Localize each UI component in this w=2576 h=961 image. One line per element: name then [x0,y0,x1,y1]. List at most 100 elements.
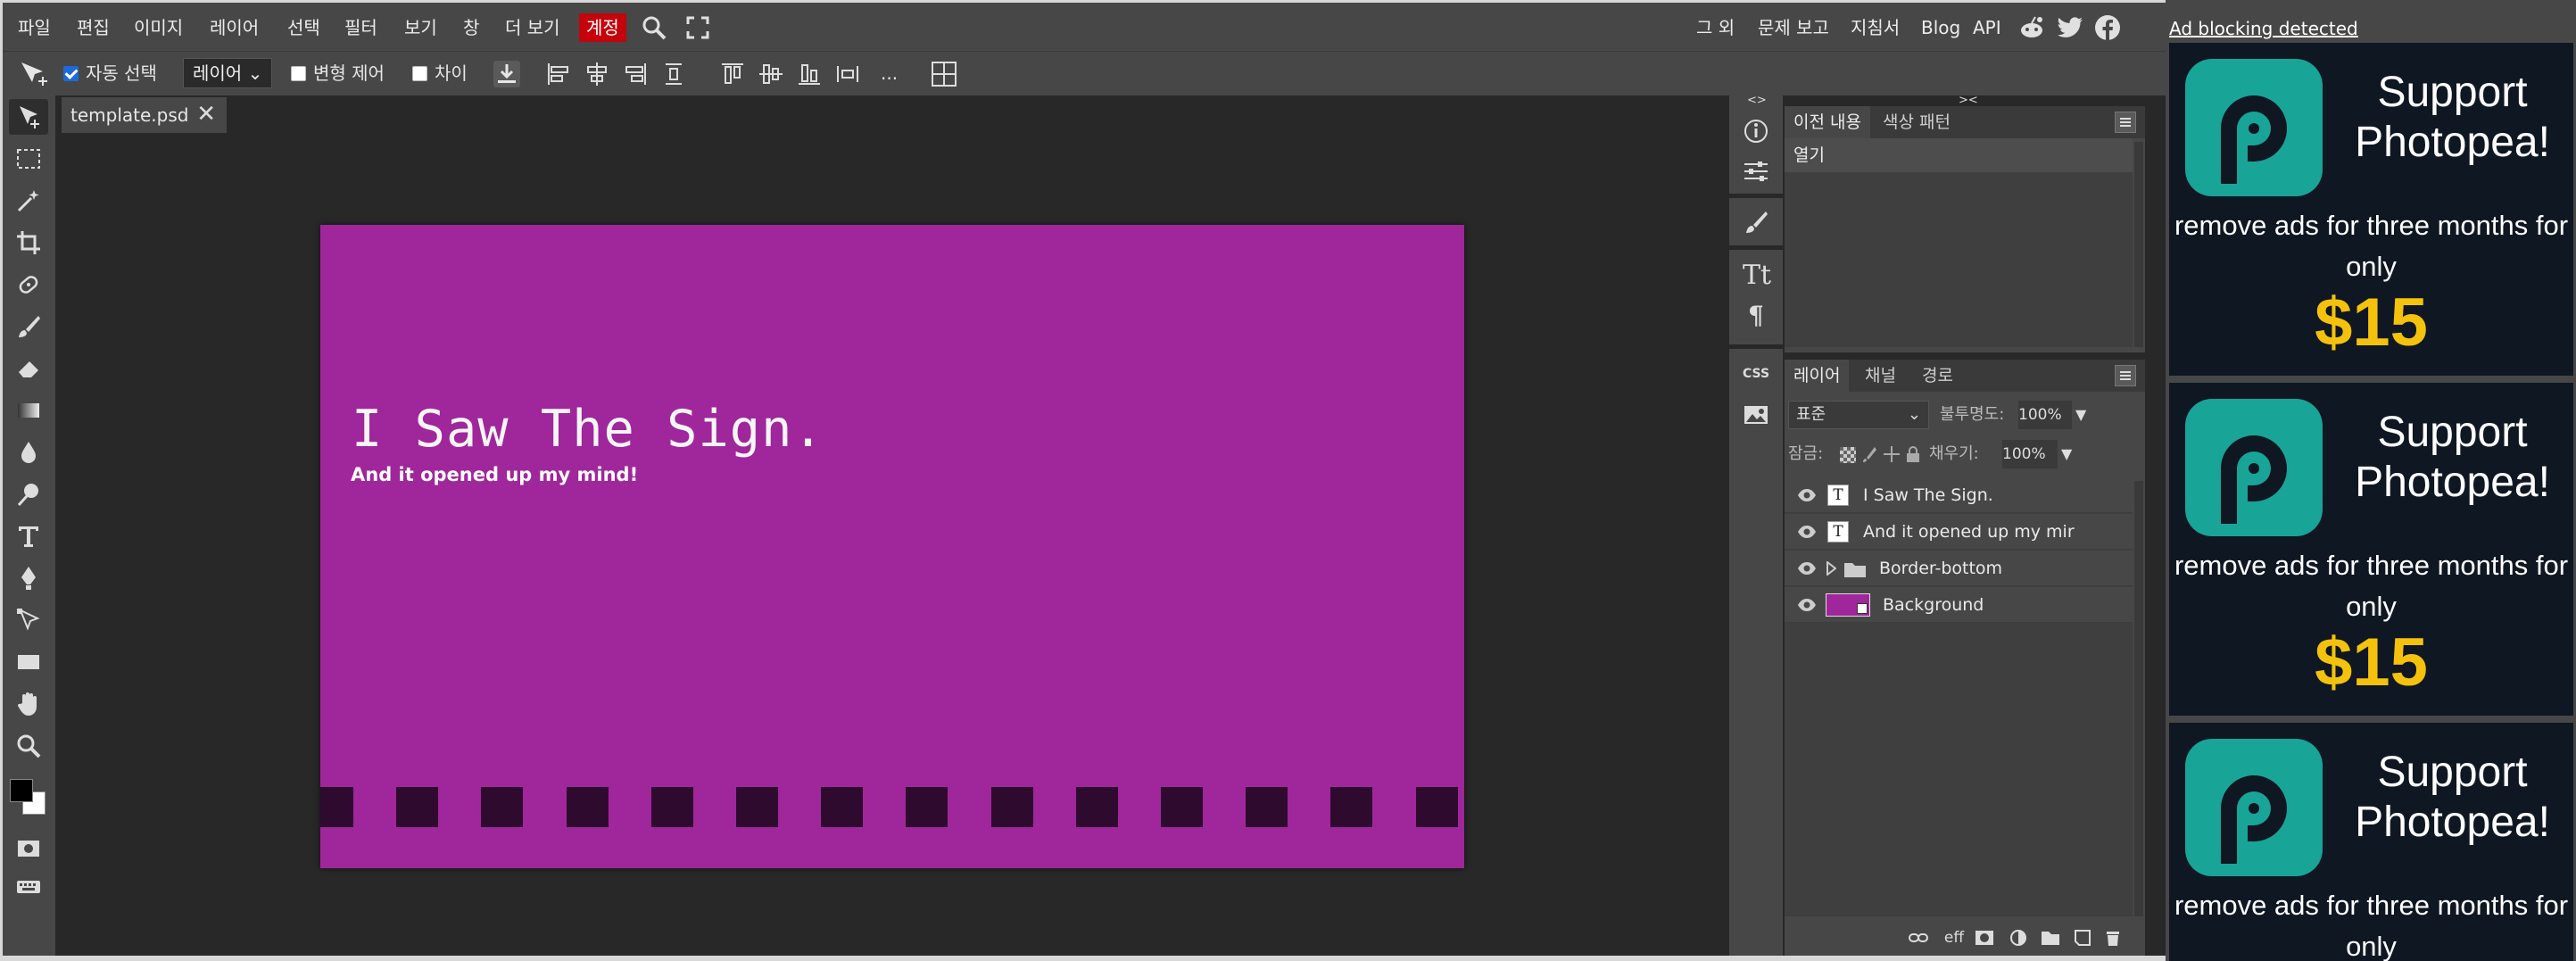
ad-banner[interactable]: Support Photopea! remove ads for three m… [2169,723,2573,961]
layer-mask-icon[interactable] [1974,927,1995,949]
align-middle-icon[interactable] [758,61,784,87]
new-layer-icon[interactable] [2072,927,2093,949]
more-options[interactable]: ... [881,59,898,87]
adjustment-layer-icon[interactable] [2008,927,2029,949]
ad-banner[interactable]: Support Photopea! remove ads for three m… [2169,43,2573,376]
fullscreen-icon[interactable] [683,12,713,43]
panel-menu-icon[interactable] [2115,365,2136,386]
link-report-bug[interactable]: 문제 보고 [1758,13,1829,42]
move-tool-icon[interactable] [9,99,48,135]
opacity-input[interactable]: 100% [2018,401,2072,429]
twitter-icon[interactable] [2055,12,2085,43]
tab-swatches[interactable]: 색상 패턴 [1874,106,1959,138]
layer-row[interactable]: T I Saw The Sign. [1785,477,2133,513]
expand-toggle[interactable]: >< [1959,94,1978,107]
menu-more[interactable]: 더 보기 [505,13,560,42]
move-tool-icon[interactable] [18,59,52,87]
link-layers-icon[interactable] [1908,927,1929,949]
healing-brush-tool-icon[interactable] [9,267,48,302]
distance-check[interactable] [412,65,427,81]
document-tab[interactable]: template.psd ✕ [62,97,227,133]
distribute-v-icon[interactable] [660,61,687,87]
canvas-title-text[interactable]: I Saw The Sign. [352,400,824,459]
magic-wand-tool-icon[interactable] [9,183,48,219]
css-icon[interactable]: CSS [1737,356,1775,392]
ad-banner[interactable]: Support Photopea! remove ads for three m… [2169,383,2573,716]
target-select[interactable]: 레이어 ⌄ [183,58,273,88]
paragraph-icon[interactable]: ¶ [1737,296,1775,332]
fill-input[interactable]: 100% [2002,440,2058,468]
blur-tool-icon[interactable] [9,435,48,470]
foreground-color-swatch[interactable] [10,779,33,802]
brush-tool-icon[interactable] [9,309,48,344]
menu-file[interactable]: 파일 [18,13,51,42]
transform-controls-checkbox[interactable]: 변형 제어 [291,59,385,87]
rectangle-tool-icon[interactable] [9,644,48,680]
layer-row[interactable]: Background [1785,587,2133,623]
menu-image[interactable]: 이미지 [134,13,183,42]
menu-layer[interactable]: 레이어 [210,13,259,42]
align-top-icon[interactable] [719,61,746,87]
quick-mask-icon[interactable] [9,831,48,866]
history-item[interactable]: 열기 [1785,138,2133,172]
tab-history[interactable]: 이전 내용 [1785,106,1870,138]
grid-icon[interactable] [931,61,957,87]
text-tool-icon[interactable] [9,518,48,554]
menu-filter[interactable]: 필터 [344,13,377,42]
menu-select[interactable]: 선택 [287,13,320,42]
lock-transparency-icon[interactable] [1840,447,1856,463]
menu-window[interactable]: 창 [463,13,479,42]
pen-tool-icon[interactable] [9,560,48,596]
link-tutorials[interactable]: 지침서 [1851,13,1900,42]
panel-menu-icon[interactable] [2115,112,2136,133]
link-api[interactable]: API [1973,13,2001,42]
canvas-subtitle-text[interactable]: And it opened up my mind! [351,464,638,485]
info-icon[interactable] [1737,113,1775,149]
close-icon[interactable]: ✕ [196,101,216,128]
crop-tool-icon[interactable] [9,225,48,261]
menu-edit[interactable]: 편집 [77,13,110,42]
distribute-h-icon[interactable] [834,61,861,87]
new-folder-icon[interactable] [2040,927,2061,949]
facebook-icon[interactable] [2092,12,2123,43]
download-icon[interactable] [493,61,520,87]
ad-blocking-link[interactable]: Ad blocking detected [2169,18,2358,39]
eye-icon[interactable] [1797,598,1817,612]
link-blog[interactable]: Blog [1921,13,1960,42]
tab-layers[interactable]: 레이어 [1785,360,1850,392]
lock-all-icon[interactable] [1904,445,1922,467]
eraser-tool-icon[interactable] [9,351,48,386]
character-icon[interactable]: Tt [1737,256,1775,292]
keyboard-icon[interactable] [9,868,48,904]
image-icon[interactable] [1737,397,1775,433]
brush-settings-icon[interactable] [1737,204,1775,240]
layer-row[interactable]: Border-bottom [1785,551,2133,586]
reddit-icon[interactable] [2017,12,2047,43]
lock-pixels-icon[interactable] [1861,445,1879,467]
adjustments-icon[interactable] [1737,153,1775,189]
align-left-icon[interactable] [545,61,572,87]
color-swatches[interactable] [8,775,51,820]
expand-arrow-icon[interactable] [1826,559,1837,579]
link-more[interactable]: 그 외 [1696,13,1735,42]
tab-paths[interactable]: 경로 [1913,360,1962,392]
delete-layer-icon[interactable] [2102,927,2124,949]
history-scrollbar[interactable] [2134,142,2143,347]
canvas-border-bottom[interactable] [320,787,1464,827]
align-bottom-icon[interactable] [796,61,823,87]
zoom-tool-icon[interactable] [9,728,48,764]
eye-icon[interactable] [1797,561,1817,576]
gradient-tool-icon[interactable] [9,393,48,428]
marquee-tool-icon[interactable] [9,141,48,177]
tab-channels[interactable]: 채널 [1856,360,1905,392]
align-right-icon[interactable] [622,61,649,87]
auto-select-check[interactable] [63,65,79,81]
path-select-tool-icon[interactable] [9,602,48,638]
document-canvas[interactable]: I Saw The Sign. And it opened up my mind… [320,225,1464,868]
lock-position-icon[interactable] [1883,445,1901,467]
menu-view[interactable]: 보기 [404,13,437,42]
layers-scrollbar[interactable] [2134,481,2143,916]
layer-row[interactable]: T And it opened up my mir [1785,514,2133,550]
transform-check[interactable] [291,65,306,81]
eye-icon[interactable] [1797,525,1817,539]
